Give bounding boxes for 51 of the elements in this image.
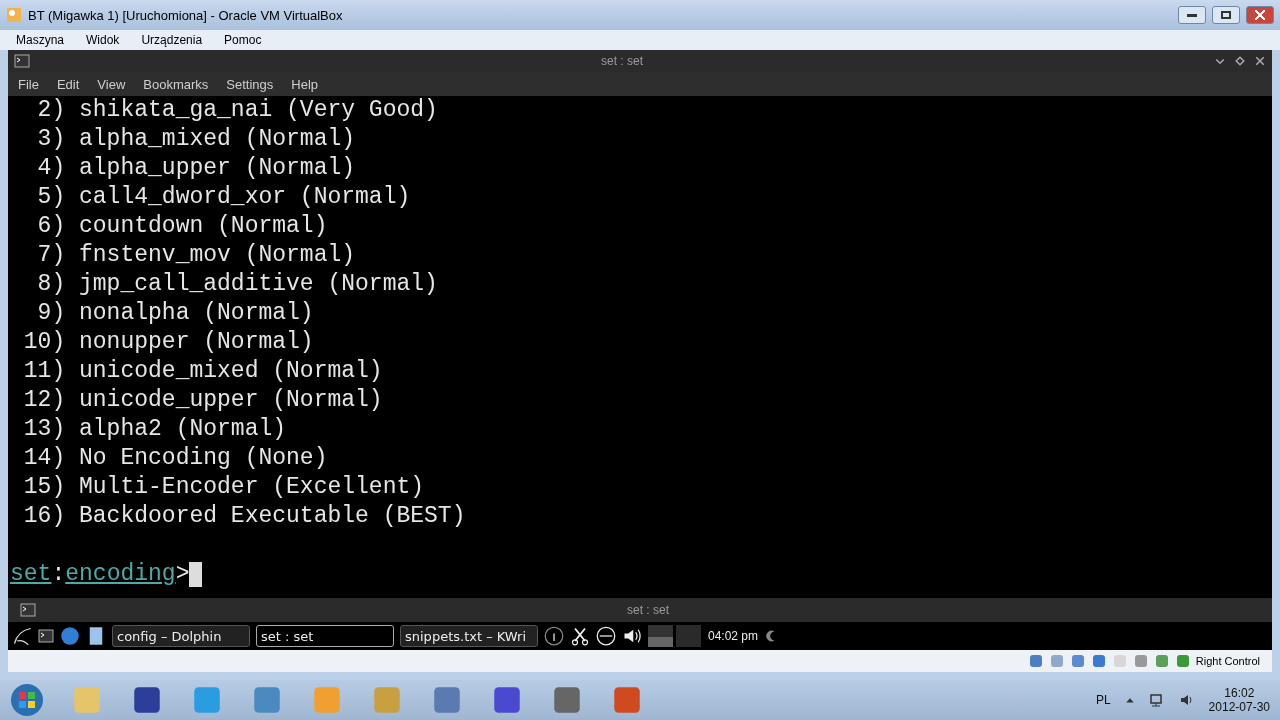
terminal-line: 13) alpha2 (Normal) [22, 415, 288, 444]
terminal-line: 9) nonalpha (Normal) [36, 299, 315, 328]
menu-item[interactable]: File [18, 76, 39, 92]
menu-item[interactable]: Maszyna [16, 33, 65, 47]
clock-date[interactable]: 2012-07-30 [1208, 700, 1270, 714]
maximize-button[interactable] [1212, 6, 1240, 24]
menu-item[interactable]: Help [291, 76, 319, 92]
start-button[interactable] [10, 683, 44, 717]
speaker-icon[interactable] [1178, 692, 1195, 708]
terminal-icon[interactable] [38, 628, 54, 644]
menu-item[interactable]: Bookmarks [143, 76, 209, 92]
scissors-icon[interactable] [570, 626, 590, 646]
terminal-icon[interactable] [14, 53, 30, 69]
host-key-label: Right Control [1195, 655, 1260, 667]
terminal-line: 16) Backdoored Executable (BEST) [22, 502, 467, 531]
command-prompt: set:encoding> [10, 560, 190, 589]
window-title: set : set [600, 54, 644, 68]
menu-item[interactable]: View [97, 76, 126, 92]
diamond-icon[interactable] [1234, 55, 1246, 67]
terminal-line: 5) call4_dword_xor (Normal) [36, 183, 412, 212]
menu-item[interactable]: Urządzenia [141, 33, 203, 47]
terminal-line: 14) No Encoding (None) [22, 444, 329, 473]
terminal-icon[interactable] [20, 602, 36, 618]
close-button[interactable] [1246, 6, 1274, 24]
terminal-line: 8) jmp_call_additive (Normal) [36, 270, 439, 299]
close-icon[interactable] [1254, 55, 1266, 67]
pager-drawing[interactable] [648, 625, 702, 647]
window-title: BT (Migawka 1) [Uruchomiona] - Oracle VM VirtualBox [28, 7, 344, 23]
menu-item[interactable]: Widok [86, 33, 120, 47]
terminal-line: 6) countdown (Normal) [36, 212, 329, 241]
clock: 04:02 pm [708, 629, 759, 643]
terminal-line: 15) Multi-Encoder (Excellent) [22, 473, 426, 502]
task-button[interactable]: config – Dolphin [112, 625, 250, 647]
terminal-line: 11) unicode_mixed (Normal) [22, 357, 384, 386]
minimize-button[interactable] [1178, 6, 1206, 24]
dragon-icon[interactable] [12, 626, 32, 646]
menu-item[interactable]: Edit [56, 76, 80, 92]
language-indicator[interactable]: PL [1095, 693, 1111, 707]
menu-item[interactable]: Settings [226, 76, 274, 92]
info-icon[interactable] [544, 626, 564, 646]
terminal-line: 7) fnstenv_mov (Normal) [36, 241, 357, 270]
terminal-line: 4) alpha_upper (Normal) [36, 154, 357, 183]
text-cursor [189, 562, 203, 587]
terminal-line: 2) shikata_ga_nai (Very Good) [36, 96, 439, 125]
terminal-line: 3) alpha_mixed (Normal) [36, 125, 357, 154]
task-button[interactable]: snippets.txt – KWri [400, 625, 538, 647]
terminal-line: 10) nonupper (Normal) [22, 328, 315, 357]
terminal-line: 12) unicode_upper (Normal) [22, 386, 384, 415]
menu-item[interactable]: Pomoc [224, 33, 262, 47]
task-button[interactable]: set : set [256, 625, 394, 647]
clock-time[interactable]: 16:02 [1224, 686, 1255, 700]
